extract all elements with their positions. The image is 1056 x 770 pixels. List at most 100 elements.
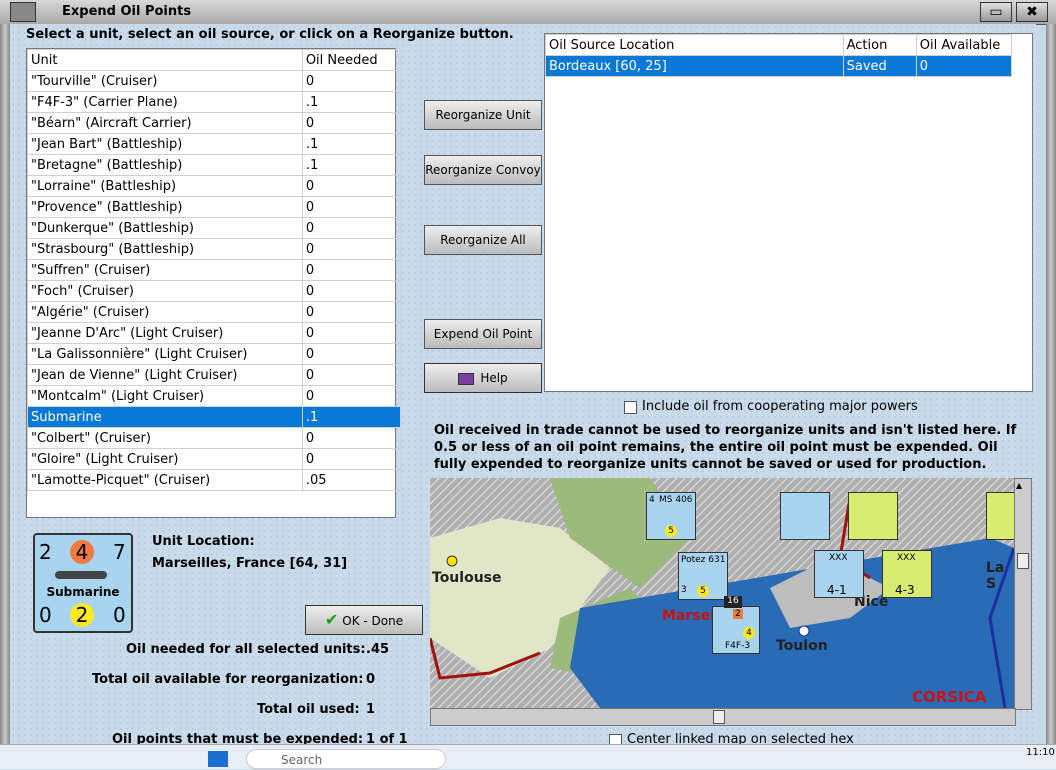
include-oil-label: Include oil from cooperating major power… [642,399,918,414]
oil-needed-cell: 0 [301,112,402,134]
unit-name-cell: "Strasbourg" (Battleship) [27,238,303,260]
ms406-mid: 5 [665,525,677,537]
counter-unit-name: Submarine [46,585,120,599]
unit-row[interactable]: "Suffren" (Cruiser) 0 [27,259,402,281]
window-menu-icon[interactable] [10,2,36,22]
ms406-name: MS 406 [659,495,693,505]
minimize-button[interactable]: ▭ [980,2,1012,22]
oil-needed-value: .45 [366,642,390,657]
counter-bottom-right: 0 [113,603,126,627]
counter-bottom-mid: 2 [70,603,94,627]
action-column-header[interactable]: Action [842,34,917,56]
unit-name-cell: "Jean Bart" (Battleship) [27,133,303,155]
map-unit-ms406[interactable]: 4 MS 406 5 [646,492,696,540]
unit-row[interactable]: "Algérie" (Cruiser) 0 [27,301,402,323]
ok-done-label: OK - Done [342,614,404,628]
oil-needed-cell: .1 [301,91,402,113]
unit-row[interactable]: "Provence" (Battleship) 0 [27,196,402,218]
unit-row[interactable]: "Jean Bart" (Battleship) .1 [27,133,402,155]
oil-needed-cell: 0 [301,427,402,449]
unit-name-cell: "Montcalm" (Light Cruiser) [27,385,303,407]
map-unit-edge[interactable] [986,492,1014,540]
oil-needed-column-header[interactable]: Oil Needed [301,49,402,71]
close-button[interactable]: ✖ [1016,2,1048,22]
map-vertical-scrollbar[interactable]: ▲ [1014,478,1032,710]
windows-start-icon[interactable] [208,751,228,767]
map-unit-potez[interactable]: Potez 631 3 5 [678,552,728,600]
unit-name-cell: "Foch" (Cruiser) [27,280,303,302]
map-label-corsica: CORSICA [912,688,987,706]
source-location-column-header[interactable]: Oil Source Location [545,34,844,56]
unit-row[interactable]: "Béarn" (Aircraft Carrier) 0 [27,112,402,134]
map-horizontal-scrollbar[interactable] [430,708,1016,726]
unit-row[interactable]: "Colbert" (Cruiser) 0 [27,427,402,449]
source-location-cell: Bordeaux [60, 25] [545,55,844,77]
unit-row[interactable]: "Tourville" (Cruiser) 0 [27,70,402,92]
oil-source-row[interactable]: Bordeaux [60, 25] Saved 0 [545,55,1013,77]
vertical-scroll-thumb[interactable] [1017,553,1029,569]
taskbar-search-box[interactable]: Search [246,749,446,769]
unit-row[interactable]: "Lamotte-Picquet" (Cruiser) .05 [27,469,402,491]
unit-name-cell: "Jeanne D'Arc" (Light Cruiser) [27,322,303,344]
unit-name-cell: "F4F-3" (Carrier Plane) [27,91,303,113]
ok-done-button[interactable]: ✔ OK - Done [305,605,423,635]
unit-counter: 2 4 7 Submarine 0 2 0 [33,533,133,633]
total-used-label: Total oil used: [257,702,360,717]
unit-row[interactable]: Submarine .1 [27,406,402,428]
reorganize-convoy-button[interactable]: Reorganize Convoy [424,155,542,185]
unit-column-header[interactable]: Unit [27,49,303,71]
window-frame-left [0,24,10,768]
oil-needed-cell: 0 [301,175,402,197]
f4f3-top: 2 [733,609,743,619]
unit-row[interactable]: "Strasbourg" (Battleship) 0 [27,238,402,260]
unit-row[interactable]: "La Galissonnière" (Light Cruiser) 0 [27,343,402,365]
units-table-header: Unit Oil Needed [27,49,402,71]
oil-info-text: Oil received in trade cannot be used to … [434,423,1017,472]
oil-needed-cell: 0 [301,217,402,239]
oil-available-column-header[interactable]: Oil Available [915,34,1013,56]
map-unit-alpini[interactable] [848,492,898,540]
f4f3-mid: 4 [743,627,755,639]
unit-row[interactable]: "Jeanne D'Arc" (Light Cruiser) 0 [27,322,402,344]
map-unit-monaco[interactable] [780,492,830,540]
potez-left: 3 [681,585,687,595]
unit-row[interactable]: "Montcalm" (Light Cruiser) 0 [27,385,402,407]
include-oil-checkbox[interactable] [624,401,637,414]
map-unit-corps-green[interactable]: XXX 4-3 [882,550,932,598]
unit-name-cell: "La Galissonnière" (Light Cruiser) [27,343,303,365]
map-unit-corps-blue[interactable]: XXX 4-1 [814,550,864,598]
source-available-cell: 0 [915,55,1013,77]
linked-map[interactable]: Toulouse Marsei Toulon Nice CORSICA La S… [430,478,1014,708]
oil-needed-cell: 0 [301,385,402,407]
reorganize-all-button[interactable]: Reorganize All [424,225,542,255]
book-icon [458,372,475,385]
oil-source-header: Oil Source Location Action Oil Available [545,34,1013,56]
unit-row[interactable]: "Lorraine" (Battleship) 0 [27,175,402,197]
oil-needed-cell: 0 [301,259,402,281]
unit-row[interactable]: "Foch" (Cruiser) 0 [27,280,402,302]
help-button[interactable]: Help [424,363,542,393]
oil-needed-cell: 0 [301,343,402,365]
unit-name-cell: "Lorraine" (Battleship) [27,175,303,197]
unit-row[interactable]: "Jean de Vienne" (Light Cruiser) 0 [27,364,402,386]
corps2-value: 4-3 [895,583,915,597]
units-table: Unit Oil Needed "Tourville" (Cruiser) 0 "F… [27,49,402,491]
counter-bottom-left: 0 [39,603,52,627]
map-unit-f4f3[interactable]: 2 4 F4F-3 [712,606,760,654]
oil-source-panel: Oil Source Location Action Oil Available… [544,33,1033,392]
total-available-value: 0 [366,672,376,687]
total-used-value: 1 [366,702,376,717]
unit-row[interactable]: "Dunkerque" (Battleship) 0 [27,217,402,239]
taskbar: Search 11:10 [0,744,1056,769]
unit-row[interactable]: "Gloire" (Light Cruiser) 0 [27,448,402,470]
unit-name-cell: "Colbert" (Cruiser) [27,427,303,449]
oil-needed-cell: .1 [301,406,402,428]
unit-row[interactable]: "F4F-3" (Carrier Plane) .1 [27,91,402,113]
expend-oil-point-button[interactable]: Expend Oil Point [424,319,542,349]
horizontal-scroll-thumb[interactable] [713,710,725,724]
unit-name-cell: "Algérie" (Cruiser) [27,301,303,323]
map-label-toulon: Toulon [776,638,828,654]
unit-row[interactable]: "Bretagne" (Battleship) .1 [27,154,402,176]
scroll-up-icon[interactable]: ▲ [1016,481,1028,491]
reorganize-unit-button[interactable]: Reorganize Unit [424,100,542,130]
